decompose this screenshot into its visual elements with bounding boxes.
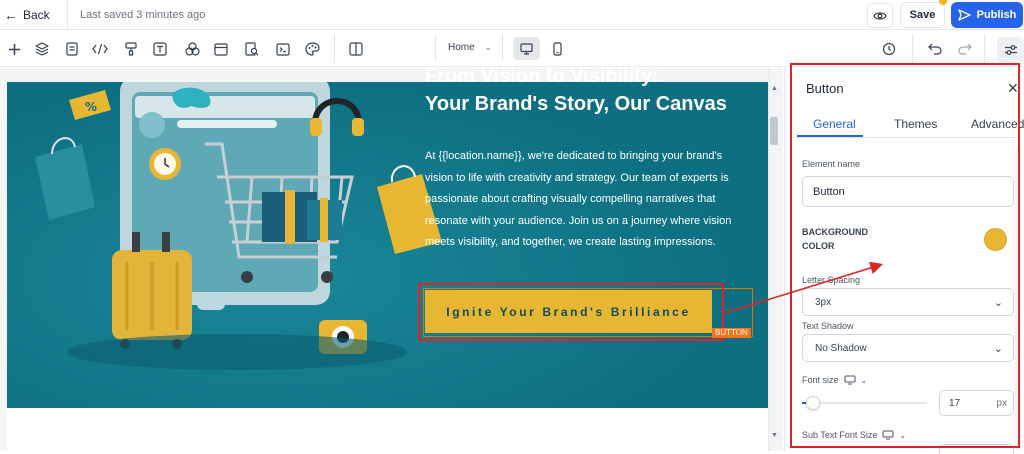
divider bbox=[912, 34, 913, 63]
hero-heading[interactable]: From Vision to Visibility: Your Brand's … bbox=[425, 65, 727, 118]
desktop-icon bbox=[520, 42, 533, 55]
desktop-icon[interactable] bbox=[882, 430, 894, 440]
sub-text-font-size-input[interactable] bbox=[939, 444, 1014, 454]
tab-themes[interactable]: Themes bbox=[894, 117, 937, 131]
panel-title: Button bbox=[806, 81, 844, 96]
desktop-view-button[interactable] bbox=[513, 37, 540, 60]
chevron-down-icon: ⌄ bbox=[993, 296, 1003, 309]
settings-panel-button[interactable] bbox=[997, 37, 1024, 62]
hero-heading-line1: From Vision to Visibility: bbox=[425, 65, 659, 87]
text-icon[interactable] bbox=[152, 41, 168, 57]
close-icon[interactable]: ✕ bbox=[1007, 80, 1019, 97]
active-tab-indicator bbox=[797, 135, 863, 137]
arrow-left-icon: ← bbox=[4, 7, 18, 23]
element-type-tag: BUTTON bbox=[712, 328, 751, 338]
search-doc-icon[interactable] bbox=[244, 41, 260, 57]
scroll-down-icon[interactable]: ▼ bbox=[771, 432, 778, 439]
tab-general[interactable]: General bbox=[813, 117, 856, 131]
canvas-scroll-thumb[interactable] bbox=[770, 117, 778, 145]
background-color-label: BACKGROUND COLOR bbox=[802, 227, 868, 251]
send-icon bbox=[957, 9, 971, 21]
text-shadow-value: No Shadow bbox=[815, 342, 867, 354]
columns-icon[interactable] bbox=[348, 41, 364, 57]
page-select[interactable]: Home ⌄ bbox=[435, 34, 503, 61]
history-icon[interactable] bbox=[881, 41, 897, 57]
letter-spacing-select[interactable]: 3px ⌄ bbox=[802, 288, 1014, 316]
unsaved-indicator bbox=[939, 0, 947, 5]
sliders-icon bbox=[1004, 44, 1017, 55]
element-name-value: Button bbox=[813, 185, 845, 198]
chevron-down-icon: ⌄ bbox=[993, 342, 1003, 355]
letter-spacing-label: Letter Spacing bbox=[802, 275, 861, 285]
cta-button[interactable]: Ignite Your Brand's Brilliance bbox=[425, 290, 712, 333]
shapes-icon[interactable] bbox=[184, 41, 200, 57]
text-shadow-select[interactable]: No Shadow ⌄ bbox=[802, 334, 1014, 362]
background-color-swatch[interactable] bbox=[984, 228, 1007, 251]
sub-text-font-size-label: Sub Text Font Size bbox=[802, 430, 878, 440]
scroll-up-icon[interactable]: ▲ bbox=[771, 85, 778, 92]
paint-icon[interactable] bbox=[123, 41, 139, 57]
back-label: Back bbox=[23, 8, 50, 22]
mobile-icon bbox=[552, 41, 562, 56]
chevron-down-icon[interactable]: ⌄ bbox=[861, 376, 868, 385]
font-size-slider-handle[interactable] bbox=[806, 396, 820, 410]
save-button[interactable]: Save bbox=[900, 2, 945, 28]
chevron-down-icon: ⌄ bbox=[484, 42, 492, 52]
element-name-label: Element name bbox=[802, 159, 861, 169]
publish-label: Publish bbox=[976, 9, 1017, 21]
code-icon[interactable] bbox=[92, 41, 108, 57]
top-bar: ← Back Last saved 3 minutes ago Save Pub… bbox=[0, 0, 1024, 30]
font-size-input[interactable]: 17 px bbox=[939, 390, 1014, 416]
desktop-icon[interactable] bbox=[844, 375, 856, 385]
chevron-down-icon[interactable]: ⌄ bbox=[899, 431, 906, 440]
sub-text-font-size-label-row: Sub Text Font Size ⌄ bbox=[802, 430, 906, 440]
tab-advanced[interactable]: Advanced bbox=[971, 117, 1024, 131]
window-icon[interactable] bbox=[213, 41, 229, 57]
last-saved-text: Last saved 3 minutes ago bbox=[80, 9, 206, 21]
eye-icon bbox=[873, 11, 887, 20]
tabs-divider bbox=[790, 137, 1020, 138]
divider bbox=[984, 34, 985, 63]
element-name-input[interactable]: Button bbox=[802, 176, 1014, 207]
divider bbox=[67, 0, 68, 30]
publish-button[interactable]: Publish bbox=[951, 2, 1023, 28]
font-size-label: Font size bbox=[802, 375, 839, 385]
font-size-label-row: Font size ⌄ bbox=[802, 375, 867, 385]
divider bbox=[334, 34, 335, 63]
form-icon[interactable] bbox=[64, 41, 80, 57]
plus-icon[interactable] bbox=[6, 41, 22, 57]
page-select-value: Home bbox=[448, 42, 475, 53]
panel-scrollbar[interactable] bbox=[1015, 150, 1020, 450]
layers-icon[interactable] bbox=[34, 41, 50, 57]
font-size-unit: px bbox=[996, 397, 1007, 409]
hero-heading-line2: Your Brand's Story, Our Canvas bbox=[425, 93, 727, 115]
text-shadow-label: Text Shadow bbox=[802, 321, 854, 331]
font-size-slider-track[interactable] bbox=[802, 402, 927, 404]
redo-icon[interactable] bbox=[957, 41, 973, 57]
page-section-below bbox=[7, 408, 768, 451]
mobile-view-button[interactable] bbox=[546, 37, 568, 60]
svg-text:%: % bbox=[85, 100, 97, 114]
back-button[interactable]: ← Back bbox=[4, 8, 50, 22]
font-size-value: 17 bbox=[949, 397, 961, 409]
palette-icon[interactable] bbox=[304, 41, 320, 57]
terminal-icon[interactable] bbox=[275, 41, 291, 57]
letter-spacing-value: 3px bbox=[815, 296, 832, 308]
hero-body-text[interactable]: At {{location.name}}, we're dedicated to… bbox=[425, 146, 750, 254]
preview-button[interactable] bbox=[867, 3, 893, 28]
undo-icon[interactable] bbox=[927, 41, 943, 57]
